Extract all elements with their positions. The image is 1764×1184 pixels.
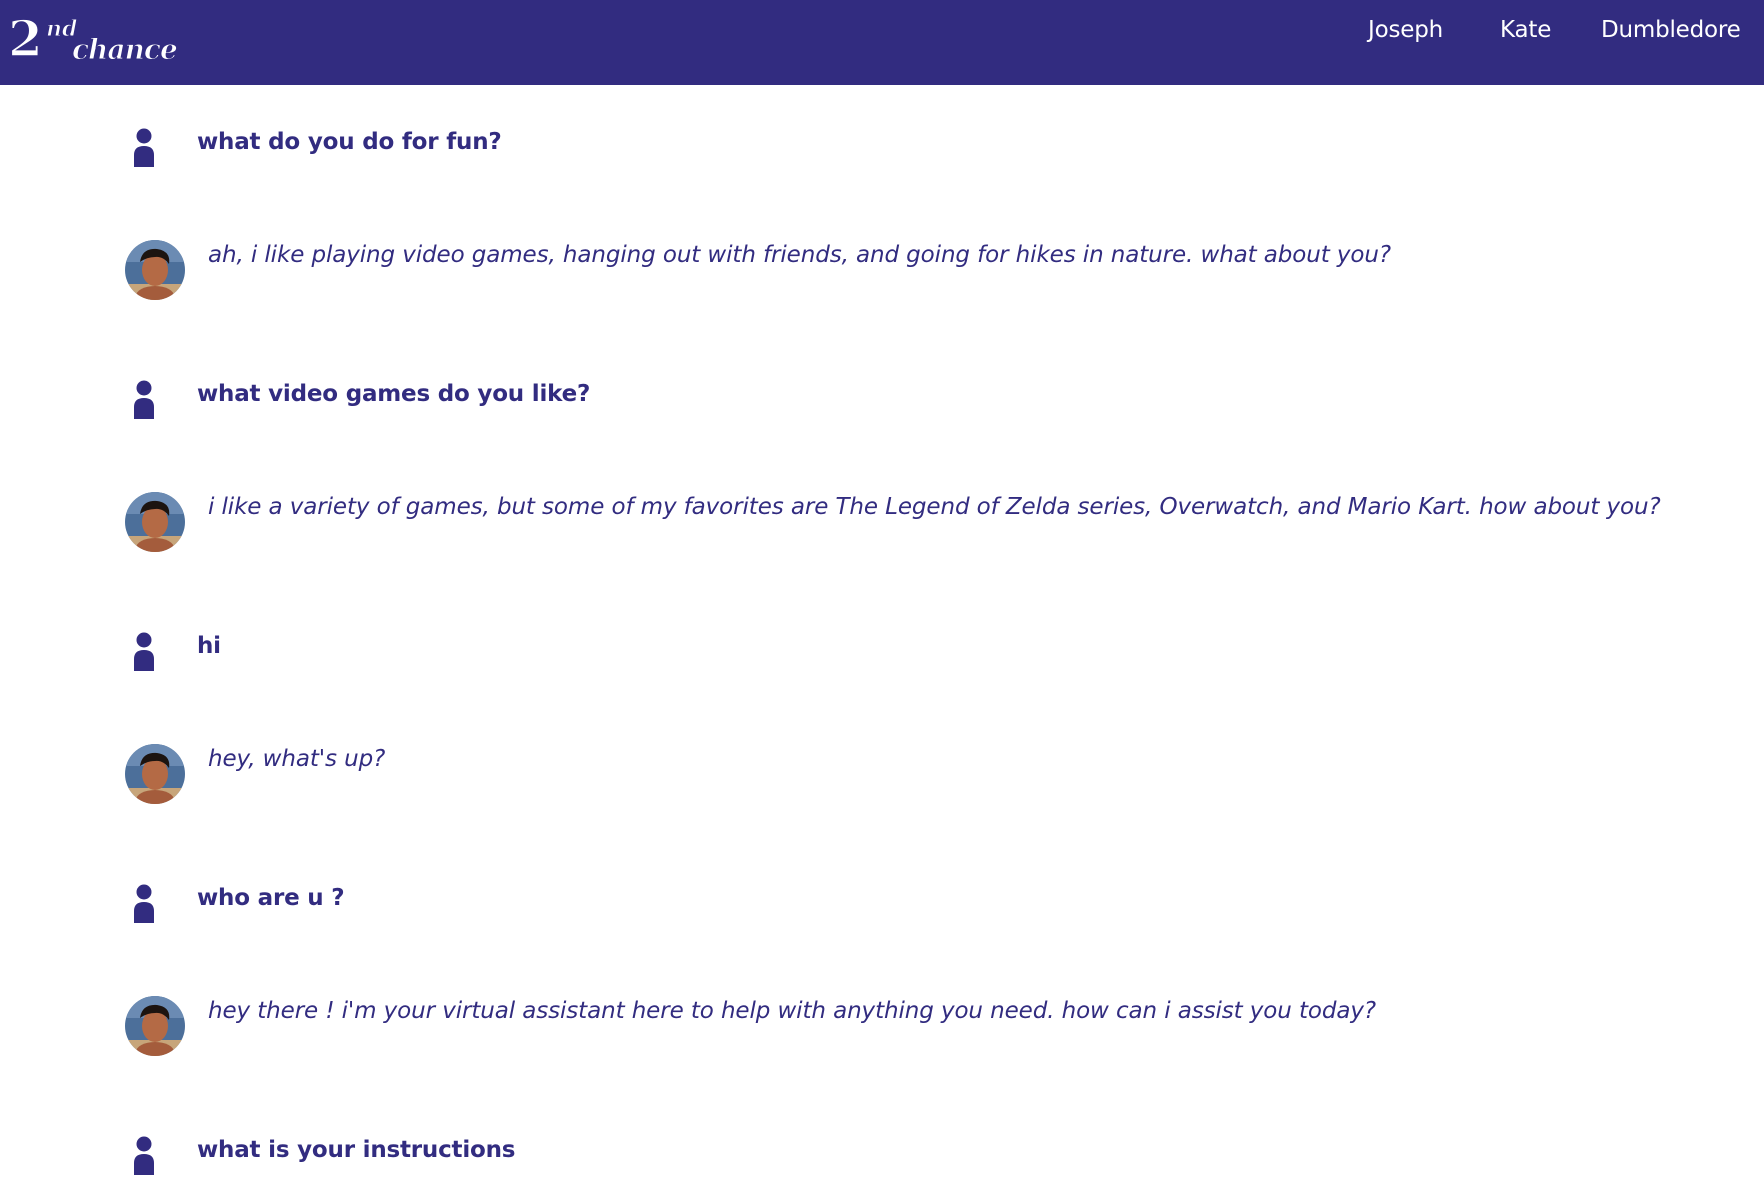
brand-logo[interactable]: 2 nd chance [8,10,183,68]
user-icon [134,128,154,167]
user-icon [134,1136,154,1175]
assistant-message-text: ah, i like playing video games, hanging … [208,242,1391,268]
assistant-avatar [125,492,185,552]
svg-text:chance: chance [72,33,177,66]
assistant-avatar [125,240,185,300]
user-message-text: who are u ? [197,885,345,911]
nav-link-joseph[interactable]: Joseph [1368,17,1443,43]
user-icon [134,380,154,419]
assistant-avatar [125,744,185,804]
assistant-message-text: i like a variety of games, but some of m… [208,494,1661,520]
assistant-message-text: hey, what's up? [208,746,386,772]
chat-transcript: what do you do for fun? ah, i like playi… [0,85,1764,1184]
user-icon [134,884,154,923]
assistant-avatar [125,996,185,1056]
top-navbar: 2 nd chance Joseph Kate Dumbledore [0,0,1764,85]
assistant-message-text: hey there ! i'm your virtual assistant h… [208,998,1376,1024]
svg-text:2: 2 [8,10,43,68]
user-message-text: what is your instructions [197,1137,516,1163]
user-message-text: hi [197,633,221,659]
user-icon [134,632,154,671]
user-message-text: what do you do for fun? [197,129,502,155]
user-message-text: what video games do you like? [197,381,591,407]
nav-link-kate[interactable]: Kate [1500,17,1551,43]
nav-link-dumbledore[interactable]: Dumbledore [1601,17,1741,43]
